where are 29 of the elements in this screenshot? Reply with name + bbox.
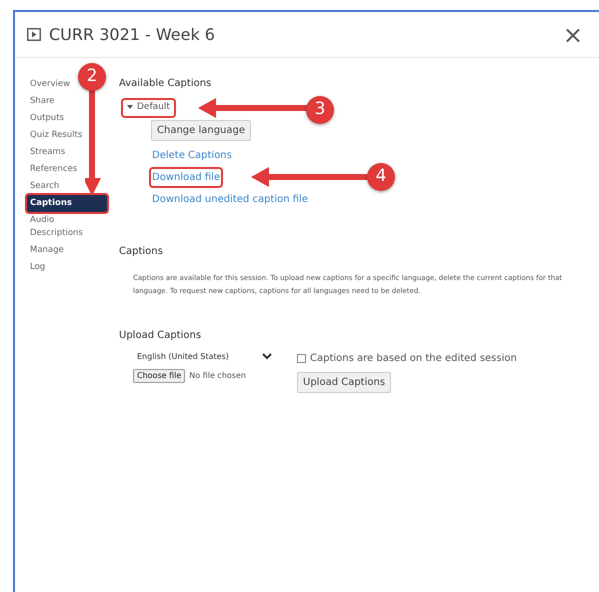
step-number: 2 xyxy=(78,63,106,91)
window-title: CURR 3021 - Week 6 xyxy=(49,24,215,46)
upload-captions-button[interactable]: Upload Captions xyxy=(297,372,392,392)
step-number: 3 xyxy=(306,96,334,124)
sidebar-item[interactable]: Log xyxy=(27,259,107,276)
section-heading: Available Captions xyxy=(119,77,212,91)
sidebar-item[interactable]: Manage xyxy=(27,242,107,259)
sidebar-item[interactable]: Share xyxy=(27,93,107,110)
sidebar-item[interactable]: Outputs xyxy=(27,110,107,127)
sidebar-item[interactable]: Streams xyxy=(27,144,107,161)
close-button[interactable]: × xyxy=(562,22,583,46)
language-toggle[interactable]: Default xyxy=(123,100,174,116)
caption-link[interactable]: Download unedited caption file xyxy=(151,190,309,208)
sidebar-item[interactable]: Audio Descriptions xyxy=(27,212,107,242)
sidebar-item[interactable]: References xyxy=(27,161,107,178)
step-number: 4 xyxy=(367,163,395,191)
section-heading: Upload Captions xyxy=(119,328,202,342)
video-icon xyxy=(27,28,41,41)
change-language-button[interactable]: Change language xyxy=(151,120,252,140)
choose-file-button[interactable]: Choose file xyxy=(133,368,186,382)
checkbox-label: Captions are based on the edited session xyxy=(310,352,517,366)
checkbox[interactable] xyxy=(297,354,306,362)
caption-link[interactable]: Download file xyxy=(151,168,222,186)
section-heading: Captions xyxy=(119,244,164,258)
caption-link[interactable]: Delete Captions xyxy=(151,146,233,164)
sidebar-item[interactable]: Search xyxy=(27,178,107,195)
sidebar-item[interactable]: Captions xyxy=(27,195,107,212)
sidebar-item[interactable]: Quiz Results xyxy=(27,127,107,144)
file-status: No file chosen xyxy=(189,370,246,382)
